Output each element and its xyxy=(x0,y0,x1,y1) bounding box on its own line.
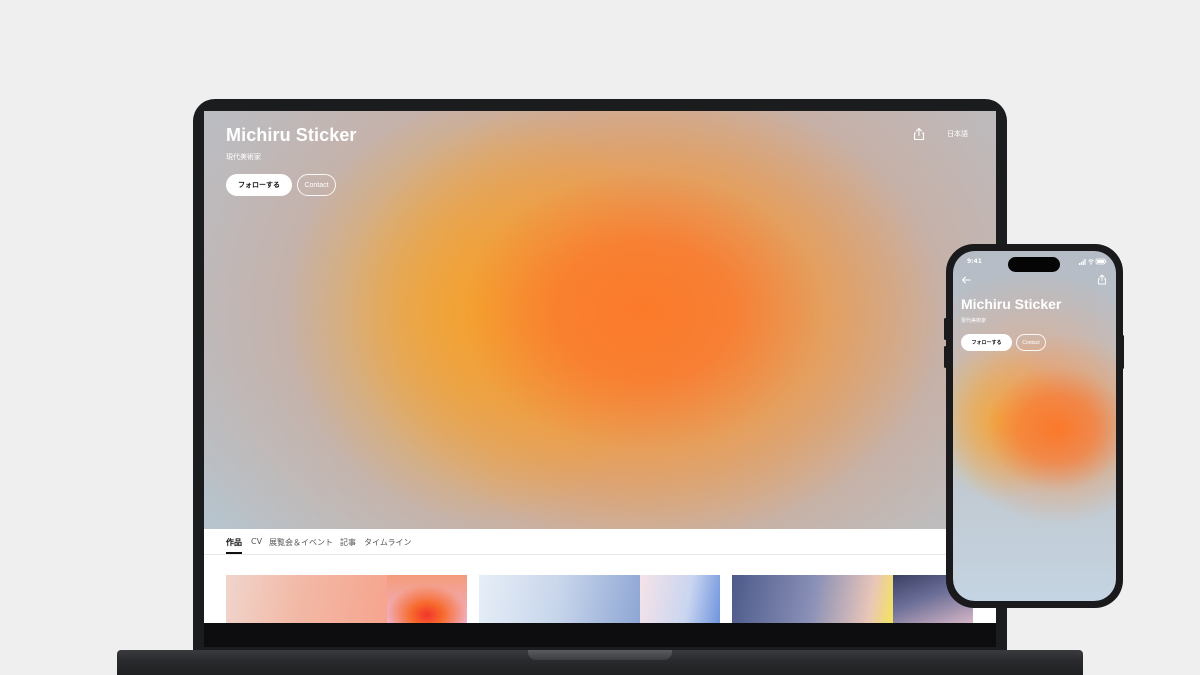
profile-name: Michiru Sticker xyxy=(226,125,357,145)
tab-cv[interactable]: CV xyxy=(251,537,262,546)
dynamic-island xyxy=(1008,257,1060,272)
contact-button[interactable]: Contact xyxy=(1016,334,1046,351)
work-thumbnail[interactable] xyxy=(226,575,387,623)
phone-screen: 9:41 Michiru Sticker 現代美術家 フォローする Contac… xyxy=(953,251,1116,601)
profile-role: 現代美術家 xyxy=(961,318,987,324)
status-time: 9:41 xyxy=(967,258,982,265)
follow-button[interactable]: フォローする xyxy=(226,174,292,196)
work-thumbnail[interactable] xyxy=(732,575,893,623)
works-grid xyxy=(204,555,996,623)
language-selector[interactable]: 日本語 xyxy=(947,129,968,139)
laptop-opening-notch xyxy=(528,650,672,660)
share-icon[interactable] xyxy=(1097,274,1107,285)
tab-articles[interactable]: 記事 xyxy=(340,537,356,548)
work-thumbnail[interactable] xyxy=(387,575,467,623)
laptop-screen: Michiru Sticker 現代美術家 フォローする Contact 日本語… xyxy=(204,111,996,623)
laptop-bezel-bottom xyxy=(204,623,996,647)
contact-button[interactable]: Contact xyxy=(297,174,336,196)
status-icons xyxy=(1079,258,1107,265)
follow-button[interactable]: フォローする xyxy=(961,334,1012,351)
back-arrow-icon[interactable] xyxy=(961,275,971,285)
work-thumbnail[interactable] xyxy=(640,575,720,623)
tab-timeline[interactable]: タイムライン xyxy=(364,537,411,548)
battery-icon xyxy=(1095,258,1107,265)
profile-role: 現代美術家 xyxy=(226,153,261,161)
work-thumbnail[interactable] xyxy=(479,575,640,623)
profile-hero: Michiru Sticker 現代美術家 フォローする Contact 日本語 xyxy=(204,111,996,529)
tab-exhibitions-events[interactable]: 展覧会＆イベント xyxy=(269,537,333,548)
share-icon[interactable] xyxy=(912,127,926,141)
profile-name: Michiru Sticker xyxy=(961,296,1062,312)
tab-bar: 作品 CV 展覧会＆イベント 記事 タイムライン xyxy=(204,529,996,555)
active-tab-indicator xyxy=(226,552,242,554)
wifi-icon xyxy=(1088,259,1094,265)
tab-works[interactable]: 作品 xyxy=(226,537,242,548)
signal-icon xyxy=(1079,259,1086,265)
